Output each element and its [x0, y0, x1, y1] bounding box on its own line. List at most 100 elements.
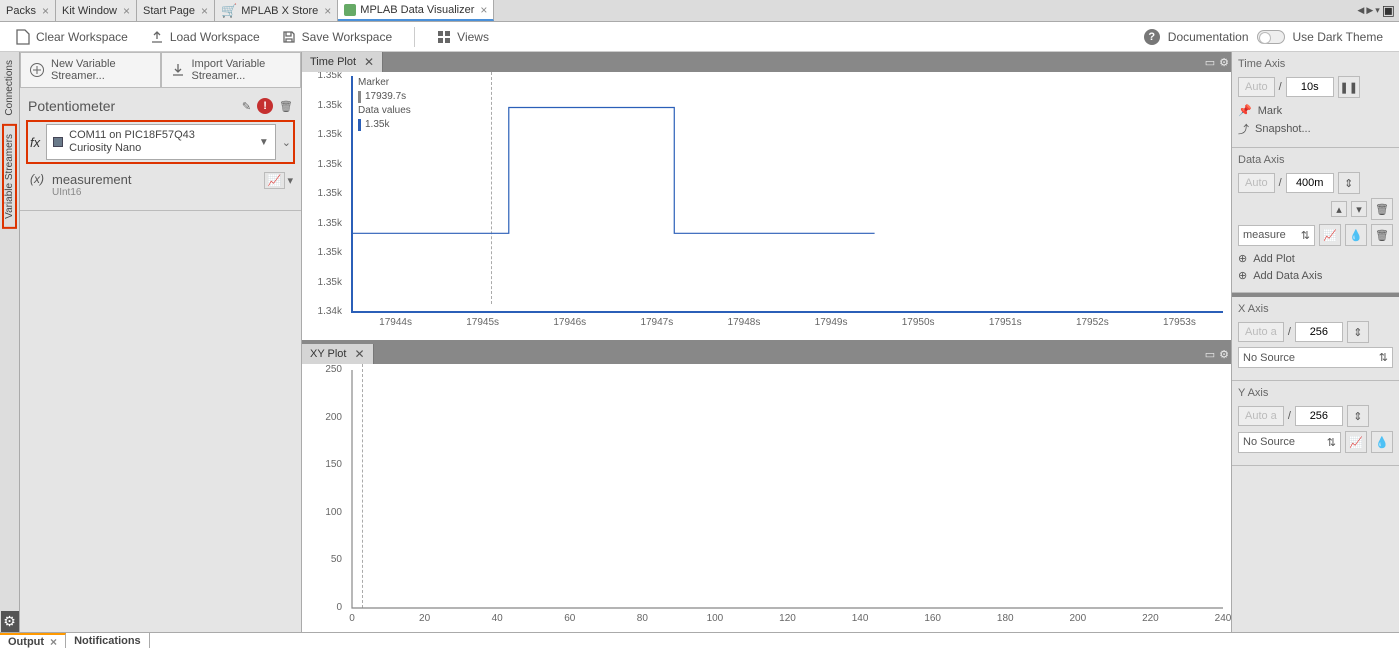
auto-button[interactable]: Auto: [1238, 77, 1275, 97]
visualizer-icon: [344, 4, 356, 16]
pause-icon[interactable]: ❚❚: [1338, 76, 1360, 98]
cart-icon: 🛒: [221, 3, 237, 19]
maximize-icon[interactable]: ▣: [1382, 2, 1395, 19]
stop-icon: [53, 137, 63, 147]
close-icon[interactable]: ✕: [364, 55, 374, 69]
expand-vertical-icon[interactable]: ⇕: [1347, 321, 1369, 343]
time-range-input[interactable]: [1286, 77, 1334, 97]
tab-start-page[interactable]: Start Page×: [137, 0, 215, 21]
rail-tab-variable-streamers[interactable]: Variable Streamers: [2, 124, 17, 229]
expand-vertical-icon[interactable]: ⇕: [1338, 172, 1360, 194]
close-icon[interactable]: ×: [42, 4, 49, 18]
data-axis-header: Data Axis: [1238, 154, 1393, 166]
views-button[interactable]: Views: [437, 30, 489, 44]
snapshot-button[interactable]: ⤴Snapshot...: [1238, 119, 1393, 139]
load-workspace-button[interactable]: Load Workspace: [150, 30, 260, 44]
add-data-axis-button[interactable]: ⊕Add Data Axis: [1238, 267, 1393, 284]
time-plot-canvas[interactable]: Marker 17939.7s Data values 1.35k 1.35k1…: [302, 72, 1231, 340]
help-icon[interactable]: ?: [1144, 29, 1160, 45]
import-variable-streamer-button[interactable]: Import VariableStreamer...: [161, 52, 302, 88]
close-icon[interactable]: ×: [123, 4, 130, 18]
save-icon: [282, 30, 296, 44]
gear-icon[interactable]: ⚙: [1, 611, 19, 632]
documentation-link[interactable]: Documentation: [1168, 30, 1249, 44]
sort-icon: ⇅: [1379, 351, 1388, 364]
auto-button[interactable]: Auto a: [1238, 406, 1284, 426]
tab-output[interactable]: Output×: [0, 633, 66, 648]
clear-workspace-button[interactable]: Clear Workspace: [16, 29, 128, 45]
close-icon[interactable]: ✕: [355, 347, 365, 361]
mark-button[interactable]: 📌Mark: [1238, 102, 1393, 119]
up-icon[interactable]: ▴: [1331, 201, 1347, 217]
sort-icon: ⇅: [1327, 436, 1336, 449]
xy-plot-tab[interactable]: XY Plot✕: [302, 344, 374, 364]
auto-button[interactable]: Auto a: [1238, 322, 1284, 342]
plus-circle-icon: ⊕: [1238, 252, 1247, 265]
plot-properties-panel: Time Axis Auto / ❚❚ 📌Mark ⤴Snapshot... D…: [1231, 52, 1399, 632]
drop-icon[interactable]: 💧: [1345, 224, 1367, 246]
data-range-input[interactable]: [1286, 173, 1334, 193]
fx-icon: fx: [30, 135, 40, 150]
new-variable-streamer-button[interactable]: New VariableStreamer...: [20, 52, 161, 88]
trash-icon[interactable]: 🗑: [1371, 198, 1393, 220]
pin-icon: 📌: [1238, 104, 1252, 117]
y-range-input[interactable]: [1295, 406, 1343, 426]
sort-icon: ⇅: [1301, 229, 1310, 242]
streamer-name: Potentiometer: [28, 98, 115, 114]
restore-icon[interactable]: ▭: [1205, 56, 1215, 69]
scroll-left-icon[interactable]: ◀: [1357, 5, 1364, 16]
variable-streamers-panel: New VariableStreamer... Import VariableS…: [20, 52, 302, 632]
x-source-select[interactable]: No Source⇅: [1238, 347, 1393, 368]
trash-icon[interactable]: 🗑: [1371, 224, 1393, 246]
gear-icon[interactable]: ⚙: [1219, 348, 1229, 361]
x-range-input[interactable]: [1295, 322, 1343, 342]
variable-type: UInt16: [52, 187, 131, 198]
vertical-tab-rail: Connections Variable Streamers ⚙: [0, 52, 20, 632]
tab-notifications[interactable]: Notifications: [66, 633, 150, 648]
close-icon[interactable]: ×: [324, 4, 331, 18]
time-plot-tab[interactable]: Time Plot✕: [302, 52, 383, 72]
plus-circle-icon: ⊕: [1238, 269, 1247, 282]
close-icon[interactable]: ×: [201, 4, 208, 18]
variable-name: measurement: [52, 172, 131, 187]
document-tab-bar: Packs× Kit Window× Start Page× 🛒MPLAB X …: [0, 0, 1399, 22]
expand-vertical-icon[interactable]: ⇕: [1347, 405, 1369, 427]
chevron-down-icon[interactable]: ▾: [287, 174, 293, 187]
y-source-select[interactable]: No Source⇅: [1238, 432, 1341, 453]
line-chart-icon[interactable]: 📈: [1319, 224, 1341, 246]
add-plot-button[interactable]: ⊕Add Plot: [1238, 250, 1393, 267]
dark-theme-toggle[interactable]: [1257, 30, 1285, 44]
tab-mplab-store[interactable]: 🛒MPLAB X Store×: [215, 0, 338, 21]
bottom-tab-bar: Output× Notifications: [0, 632, 1399, 648]
scroll-right-icon[interactable]: ▶: [1366, 5, 1373, 16]
save-workspace-button[interactable]: Save Workspace: [282, 30, 393, 44]
main-toolbar: Clear Workspace Load Workspace Save Work…: [0, 22, 1399, 52]
restore-icon[interactable]: ▭: [1205, 348, 1215, 361]
dropdown-icon[interactable]: ▾: [1375, 5, 1380, 16]
close-icon[interactable]: ×: [480, 3, 487, 17]
auto-button[interactable]: Auto: [1238, 173, 1275, 193]
download-icon: [170, 62, 186, 78]
y-axis-header: Y Axis: [1238, 387, 1393, 399]
close-icon[interactable]: ×: [50, 635, 57, 649]
drop-icon[interactable]: 💧: [1371, 431, 1393, 453]
xy-plot-canvas[interactable]: 2502001501005000204060801001201401601802…: [302, 364, 1231, 632]
collapse-icon[interactable]: ⌄: [282, 136, 291, 149]
trash-icon[interactable]: 🗑: [279, 100, 293, 113]
series-select[interactable]: measure⇅: [1238, 225, 1315, 246]
plus-circle-icon: [29, 62, 45, 78]
plot-area: Time Plot✕ ▭ ⚙ Marker 17939.7s Data value…: [302, 52, 1231, 632]
chevron-down-icon: ▼: [259, 137, 269, 148]
gear-icon[interactable]: ⚙: [1219, 56, 1229, 69]
tab-packs[interactable]: Packs×: [0, 0, 56, 21]
down-icon[interactable]: ▾: [1351, 201, 1367, 217]
error-badge-icon[interactable]: !: [257, 98, 273, 114]
line-chart-icon[interactable]: 📈: [1345, 431, 1367, 453]
source-dropdown[interactable]: COM11 on PIC18F57Q43Curiosity Nano ▼: [46, 124, 276, 160]
plot-icon[interactable]: 📈: [264, 172, 286, 189]
tab-data-visualizer[interactable]: MPLAB Data Visualizer×: [338, 0, 494, 21]
edit-icon[interactable]: ✎: [242, 100, 251, 113]
x-axis-header: X Axis: [1238, 303, 1393, 315]
rail-tab-connections[interactable]: Connections: [4, 52, 15, 124]
tab-kit-window[interactable]: Kit Window×: [56, 0, 137, 21]
